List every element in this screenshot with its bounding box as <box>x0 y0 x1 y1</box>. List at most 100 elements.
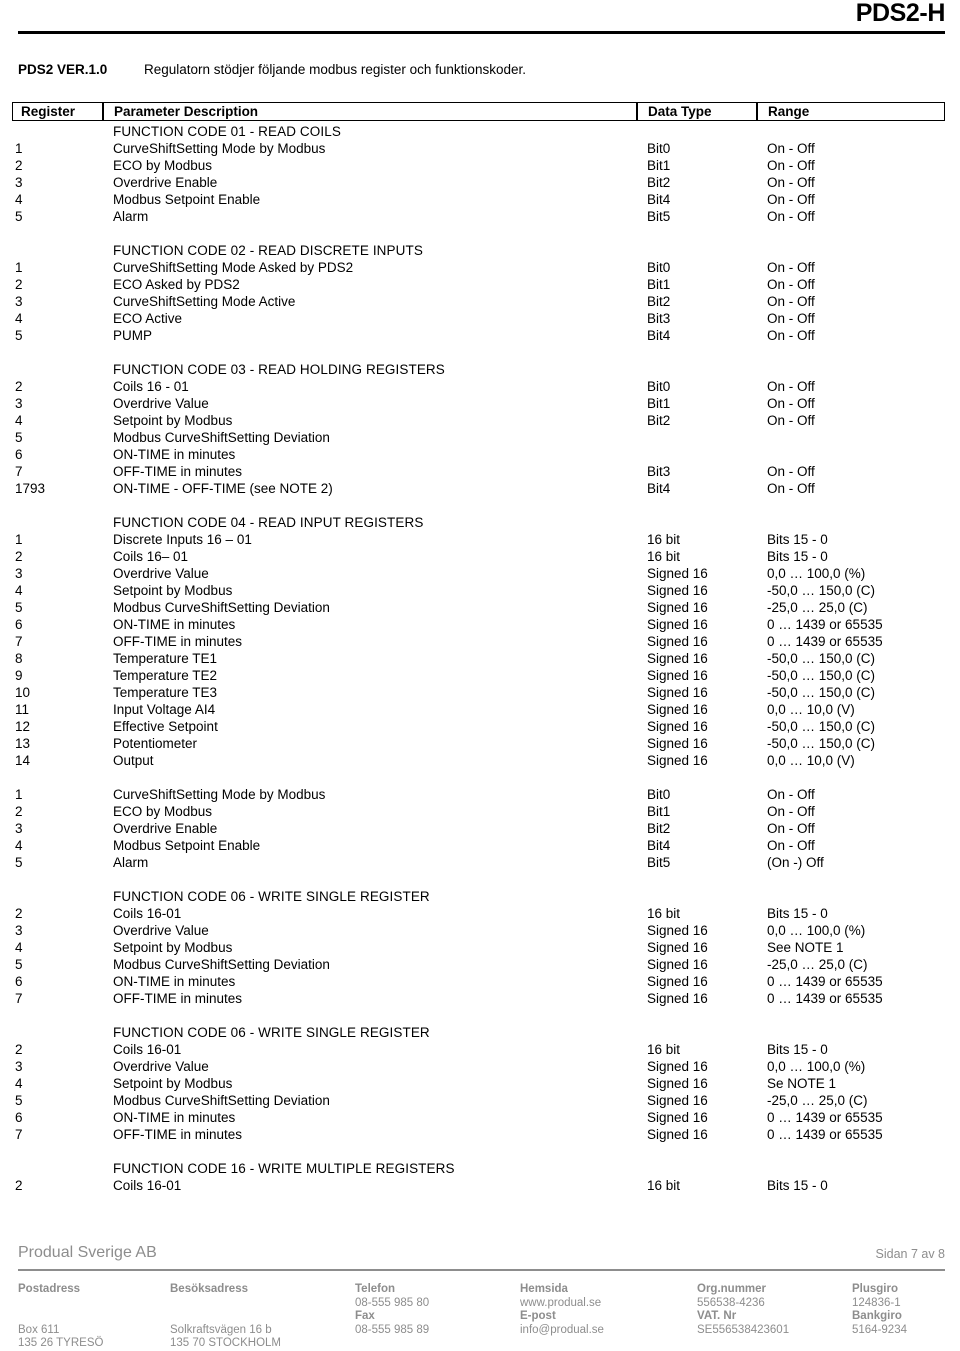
cell-description: Temperature TE1 <box>113 651 218 666</box>
cell-range: On - Off <box>767 192 815 207</box>
cell-register: 2 <box>15 549 23 564</box>
column-header-parameter-description: Parameter Description <box>114 104 259 119</box>
cell-range: -50,0 … 150,0 (C) <box>767 668 876 683</box>
column-header-data-type: Data Type <box>648 104 712 119</box>
table-section: FUNCTION CODE 04 - READ INPUT REGISTERS 1… <box>12 497 945 769</box>
cell-data-type: Bit1 <box>647 396 671 411</box>
table-section: FUNCTION CODE 06 - WRITE SINGLE REGISTER… <box>12 1007 945 1143</box>
footer-spacer <box>18 1310 170 1324</box>
section-heading-label: FUNCTION CODE 02 - READ DISCRETE INPUTS <box>113 243 423 258</box>
cell-data-type: Signed 16 <box>647 923 708 938</box>
cell-range: -50,0 … 150,0 (C) <box>767 719 876 734</box>
cell-description: Setpoint by Modbus <box>113 940 233 955</box>
table-row: 14 Output Signed 16 0,0 … 10,0 (V) <box>12 752 945 769</box>
cell-data-type: Signed 16 <box>647 651 708 666</box>
cell-data-type: Signed 16 <box>647 1076 708 1091</box>
cell-data-type: Signed 16 <box>647 719 708 734</box>
cell-register: 11 <box>15 702 30 717</box>
cell-register: 14 <box>15 753 31 768</box>
cell-register: 7 <box>15 1127 23 1142</box>
cell-description: ON-TIME in minutes <box>113 1110 236 1125</box>
table-row: 6 ON-TIME in minutes <box>12 446 945 463</box>
cell-range: -25,0 … 25,0 (C) <box>767 600 868 615</box>
table-row: 13 Potentiometer Signed 16 -50,0 … 150,0 (C… <box>12 735 945 752</box>
cell-register: 3 <box>15 821 23 836</box>
footer-value-primary: 08-555 985 80 <box>355 1296 430 1309</box>
footer-value-primary: 556538-4236 <box>697 1296 765 1309</box>
cell-range: On - Off <box>767 481 815 496</box>
cell-description: ECO by Modbus <box>113 158 213 173</box>
cell-register: 3 <box>15 175 23 190</box>
table-section: FUNCTION CODE 06 - WRITE SINGLE REGISTER… <box>12 871 945 1007</box>
table-row: 5 Modbus CurveShiftSetting Deviation <box>12 429 945 446</box>
table-row: 5 Modbus CurveShiftSetting Deviation Signe… <box>12 956 945 973</box>
table-header-row: Register Parameter Description Data Type… <box>12 102 945 121</box>
cell-description: Modbus Setpoint Enable <box>113 838 261 853</box>
table-section: FUNCTION CODE 01 - READ COILS 1 CurveShift… <box>12 123 945 225</box>
cell-data-type: Signed 16 <box>647 940 708 955</box>
cell-range: -50,0 … 150,0 (C) <box>767 651 876 666</box>
cell-data-type: Signed 16 <box>647 957 708 972</box>
cell-description: Overdrive Value <box>113 923 209 938</box>
table-row: 7 OFF-TIME in minutes Bit3 On - Off <box>12 463 945 480</box>
cell-register: 7 <box>15 464 23 479</box>
table-section: FUNCTION CODE 03 - READ HOLDING REGISTER… <box>12 344 945 497</box>
table-row: 4 Modbus Setpoint Enable Bit4 On - Off <box>12 191 945 208</box>
cell-data-type: 16 bit <box>647 1042 681 1057</box>
cell-register: 3 <box>15 1059 23 1074</box>
table-row: 6 ON-TIME in minutes Signed 16 0 … 1439 or … <box>12 973 945 990</box>
cell-description: CurveShiftSetting Mode by Modbus <box>113 141 326 156</box>
cell-data-type: Signed 16 <box>647 736 708 751</box>
cell-data-type: Signed 16 <box>647 1059 708 1074</box>
cell-description: Overdrive Value <box>113 396 209 411</box>
header-column-divider-1 <box>102 103 104 120</box>
cell-range: On - Off <box>767 464 815 479</box>
cell-register: 4 <box>15 940 23 955</box>
cell-data-type: Signed 16 <box>647 753 708 768</box>
cell-register: 2 <box>15 1178 23 1193</box>
section-heading-row: FUNCTION CODE 02 - READ DISCRETE INPUTS <box>12 242 945 259</box>
table-row: 7 OFF-TIME in minutes Signed 16 0 … 1439 or… <box>12 1126 945 1143</box>
cell-description: OFF-TIME in minutes <box>113 1127 243 1142</box>
cell-description: Coils 16-01 <box>113 906 182 921</box>
cell-range: 0,0 … 100,0 (%) <box>767 1059 866 1074</box>
cell-description: OFF-TIME in minutes <box>113 991 243 1006</box>
cell-register: 6 <box>15 974 23 989</box>
table-row: 1 CurveShiftSetting Mode Asked by PDS2 Bit… <box>12 259 945 276</box>
table-row: 2 Coils 16– 01 16 bit Bits 15 - 0 <box>12 548 945 565</box>
footer-value-primary: www.produal.se <box>520 1296 602 1309</box>
cell-range: Bits 15 - 0 <box>767 549 828 564</box>
cell-register: 3 <box>15 566 23 581</box>
table-row: 8 Temperature TE1 Signed 16 -50,0 … 150,0 (… <box>12 650 945 667</box>
cell-description: Potentiometer <box>113 736 198 751</box>
cell-register: 1 <box>15 141 23 156</box>
cell-description: Modbus CurveShiftSetting Deviation <box>113 957 330 972</box>
cell-description: Overdrive Enable <box>113 175 218 190</box>
footer-label-primary: Besöksadress <box>170 1283 248 1295</box>
cell-data-type: Bit5 <box>647 855 671 870</box>
footer-label-secondary: VAT. Nr <box>697 1310 737 1322</box>
cell-range: On - Off <box>767 379 815 394</box>
cell-register: 4 <box>15 413 23 428</box>
cell-register: 4 <box>15 192 23 207</box>
cell-register: 3 <box>15 396 23 411</box>
table-row: 2 ECO by Modbus Bit1 On - Off <box>12 803 945 820</box>
intro-line: PDS2 VER.1.0 Regulatorn stödjer följande … <box>18 62 948 78</box>
cell-description: Alarm <box>113 855 149 870</box>
cell-data-type: Signed 16 <box>647 685 708 700</box>
table-row: 3 Overdrive Value Signed 16 0,0 … 100,0 (%) <box>12 565 945 582</box>
cell-register: 8 <box>15 651 23 666</box>
cell-description: ECO Asked by PDS2 <box>113 277 240 292</box>
cell-register: 5 <box>15 209 23 224</box>
cell-description: PUMP <box>113 328 153 343</box>
footer-company-name: Produal Sverige AB <box>18 1244 157 1261</box>
table-row: 4 Setpoint by Modbus Signed 16 See NOTE 1 <box>12 939 945 956</box>
table-section: FUNCTION CODE 02 - READ DISCRETE INPUTS 1… <box>12 225 945 344</box>
section-heading-label: FUNCTION CODE 06 - WRITE SINGLE REGISTER <box>113 1025 430 1040</box>
cell-register: 5 <box>15 855 23 870</box>
cell-range: On - Off <box>767 413 815 428</box>
